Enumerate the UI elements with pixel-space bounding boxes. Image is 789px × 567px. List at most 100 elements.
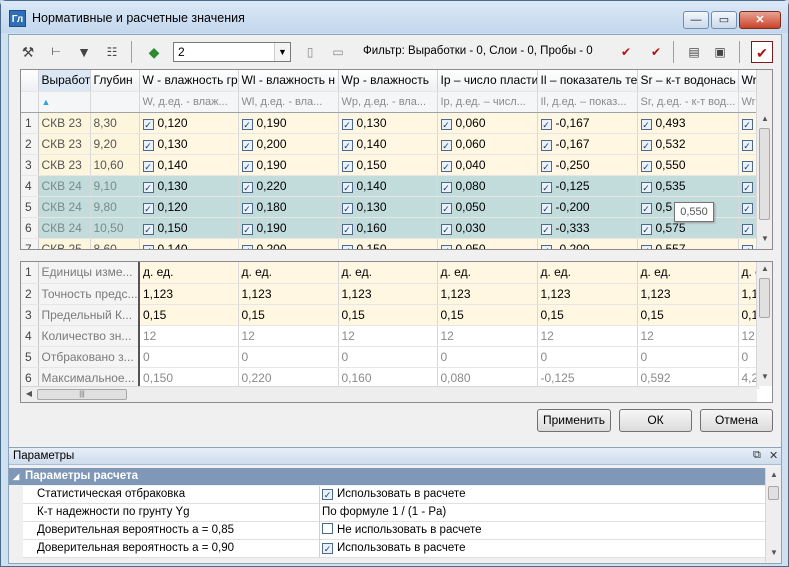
checkbox-icon[interactable]: ✓ bbox=[142, 160, 154, 172]
checkbox-icon[interactable]: ✓ bbox=[741, 160, 753, 172]
check-add-icon[interactable]: ✔ bbox=[615, 41, 637, 63]
checkbox-icon[interactable]: ✓ bbox=[540, 160, 552, 172]
value-cell[interactable]: ✓ 0,190 bbox=[238, 217, 339, 239]
checkbox-icon[interactable]: ✓ bbox=[341, 139, 353, 151]
value-cell[interactable]: ✓ 0,130 bbox=[338, 196, 438, 218]
param-value[interactable]: ✓ Использовать в расчете bbox=[319, 540, 765, 558]
value-cell[interactable]: ✓ 0,060 bbox=[437, 133, 538, 155]
value-cell[interactable]: ✓0,150 bbox=[338, 154, 438, 176]
value-cell[interactable]: ✓ -0,125 bbox=[537, 175, 638, 197]
stat-cell[interactable]: 0 bbox=[738, 346, 759, 368]
stat-cell[interactable]: 12 bbox=[637, 325, 739, 347]
stat-cell[interactable]: 12 bbox=[437, 325, 538, 347]
value-cell[interactable]: ✓ 0,550 bbox=[637, 154, 739, 176]
checkbox-icon[interactable]: ✓ bbox=[640, 181, 652, 193]
checkbox-icon[interactable]: ✓ bbox=[741, 244, 753, 249]
value-cell[interactable]: ✓0,200 bbox=[238, 238, 339, 249]
stat-cell[interactable]: 0,160 bbox=[338, 367, 438, 389]
stat-cell[interactable]: 12 bbox=[537, 325, 638, 347]
samples-grid[interactable]: Выработ Глубин W - влажность гр Wl - вла… bbox=[20, 69, 773, 250]
checkbox-icon[interactable]: ✓ bbox=[440, 139, 452, 151]
value-cell[interactable]: ✓ bbox=[738, 133, 759, 155]
value-cell[interactable]: ✓0,050 bbox=[437, 238, 538, 249]
checkbox-icon[interactable]: ✓ bbox=[540, 181, 552, 193]
export-icon[interactable]: ▣ bbox=[709, 41, 731, 63]
param-row[interactable]: Доверительная вероятность a = 0,85 Не исп… bbox=[9, 522, 765, 540]
table-row[interactable]: 5 СКВ 24 9,80 ✓ 0,120 ✓ 0,180 ✓ 0,130 ✓ 0,050 ✓ -0,2… bbox=[21, 196, 759, 218]
value-cell[interactable]: ✓0,557 bbox=[637, 238, 739, 249]
param-value[interactable]: По формуле 1 / (1 - Pa) bbox=[319, 504, 765, 522]
checkbox-icon[interactable]: ✓ bbox=[341, 244, 353, 249]
stat-cell[interactable]: 1,123 bbox=[139, 283, 239, 305]
stat-row[interactable]: 1 Единицы изме... д. ед. д. ед. д. ед. д. ед.… bbox=[21, 262, 759, 284]
stat-cell[interactable]: 0 bbox=[537, 346, 638, 368]
ok-button[interactable]: ОК bbox=[619, 409, 692, 432]
scroll-up-icon-2[interactable]: ▲ bbox=[757, 262, 772, 276]
well-cell[interactable]: СКВ 25 bbox=[38, 238, 91, 249]
stat-cell[interactable]: д. е bbox=[738, 262, 759, 284]
stat-cell[interactable]: 1,123 bbox=[437, 283, 538, 305]
params-scrollbar[interactable]: ▲ ▼ bbox=[765, 468, 781, 562]
well-cell[interactable]: СКВ 23 bbox=[38, 154, 91, 176]
checkbox-icon[interactable]: ✓ bbox=[341, 181, 353, 193]
stat-cell[interactable]: 1,123 bbox=[637, 283, 739, 305]
stat-cell[interactable]: д. ед. bbox=[437, 262, 538, 284]
depth-cell[interactable]: 9,10 bbox=[90, 175, 140, 197]
checkbox-icon[interactable]: ✓ bbox=[640, 244, 652, 249]
value-cell[interactable]: ✓0,140 bbox=[139, 238, 239, 249]
param-row[interactable]: К-т надежности по грунту Yg По формуле 1 … bbox=[9, 504, 765, 522]
checkbox-icon[interactable]: ✓ bbox=[341, 202, 353, 214]
grid-settings-icon[interactable]: ☷ bbox=[101, 41, 123, 63]
checkbox-icon[interactable]: ✓ bbox=[142, 139, 154, 151]
checkbox-icon[interactable]: ✓ bbox=[241, 118, 253, 130]
checkbox-icon[interactable]: ✓ bbox=[341, 160, 353, 172]
stat-row[interactable]: 6 Максимальное... 0,150 0,220 0,160 0,080 -0,1… bbox=[21, 367, 759, 389]
scroll-up-icon[interactable]: ▲ bbox=[757, 112, 772, 126]
checkbox-icon[interactable]: ✓ bbox=[142, 223, 154, 235]
checkbox-icon[interactable]: ✓ bbox=[540, 223, 552, 235]
maximize-button[interactable]: ▭ bbox=[711, 11, 737, 29]
checkbox-toggle-icon[interactable]: ✔ bbox=[751, 41, 773, 63]
depth-cell[interactable]: 8,30 bbox=[90, 112, 140, 134]
value-cell[interactable]: ✓ 0,060 bbox=[437, 112, 538, 134]
stats-horizontal-scrollbar[interactable]: ◀ ||| bbox=[21, 386, 757, 402]
value-cell[interactable]: ✓0,150 bbox=[139, 217, 239, 239]
value-cell[interactable]: ✓ 0,080 bbox=[437, 175, 538, 197]
stat-cell[interactable]: 0,150 bbox=[139, 367, 239, 389]
table-row[interactable]: 7СКВ 258,60✓0,140✓0,200✓0,150✓0,050✓-0,2… bbox=[21, 238, 759, 249]
checkbox-icon[interactable]: ✓ bbox=[241, 202, 253, 214]
value-cell[interactable]: ✓ 0,532 bbox=[637, 133, 739, 155]
checkbox-icon[interactable]: ✓ bbox=[440, 118, 452, 130]
stat-row[interactable]: 4 Количество зн... 12 12 12 12 12 12 12 bbox=[21, 325, 759, 347]
value-cell[interactable]: ✓0,200 bbox=[238, 133, 339, 155]
param-checkbox[interactable]: ✓ bbox=[322, 489, 333, 500]
stats-vertical-scrollbar[interactable]: ▲ ▼ bbox=[756, 262, 772, 386]
checkbox-icon[interactable]: ✓ bbox=[741, 202, 753, 214]
minimize-button[interactable]: — bbox=[683, 11, 709, 29]
depth-cell[interactable]: 10,60 bbox=[90, 154, 140, 176]
stat-cell[interactable]: 0,1 bbox=[738, 304, 759, 326]
value-cell[interactable]: ✓ bbox=[738, 238, 759, 249]
stat-cell[interactable]: д. ед. bbox=[537, 262, 638, 284]
checkbox-icon[interactable]: ✓ bbox=[440, 223, 452, 235]
checkbox-icon[interactable]: ✓ bbox=[142, 118, 154, 130]
stat-cell[interactable]: 12 bbox=[738, 325, 759, 347]
samples-vertical-scrollbar[interactable]: ▲ ▼ bbox=[756, 70, 772, 249]
stat-cell[interactable]: 0,15 bbox=[637, 304, 739, 326]
table-row[interactable]: 3 СКВ 23 10,60 ✓ 0,140 ✓ 0,190 ✓ 0,150 ✓ 0,040 ✓ -0,… bbox=[21, 154, 759, 176]
stat-cell[interactable]: 0,15 bbox=[437, 304, 538, 326]
checkbox-icon[interactable]: ✓ bbox=[142, 202, 154, 214]
col-header-wr[interactable]: Wr bbox=[738, 70, 759, 92]
close-button[interactable]: ✕ bbox=[739, 11, 781, 29]
col-header-ip[interactable]: Ip – число пласти bbox=[437, 70, 538, 92]
stat-cell[interactable]: 0,15 bbox=[238, 304, 339, 326]
filter-icon[interactable]: ▼ bbox=[73, 41, 95, 63]
param-value[interactable]: ✓ Использовать в расчете bbox=[319, 486, 765, 504]
param-checkbox[interactable] bbox=[322, 523, 333, 534]
value-cell[interactable]: ✓ 0,190 bbox=[238, 154, 339, 176]
collapse-icon[interactable]: ◢ bbox=[13, 468, 19, 485]
stat-cell[interactable]: -0,125 bbox=[537, 367, 638, 389]
checkbox-icon[interactable]: ✓ bbox=[241, 244, 253, 249]
layers-icon[interactable]: ◆ bbox=[143, 41, 165, 63]
value-cell[interactable]: ✓ bbox=[738, 196, 759, 218]
